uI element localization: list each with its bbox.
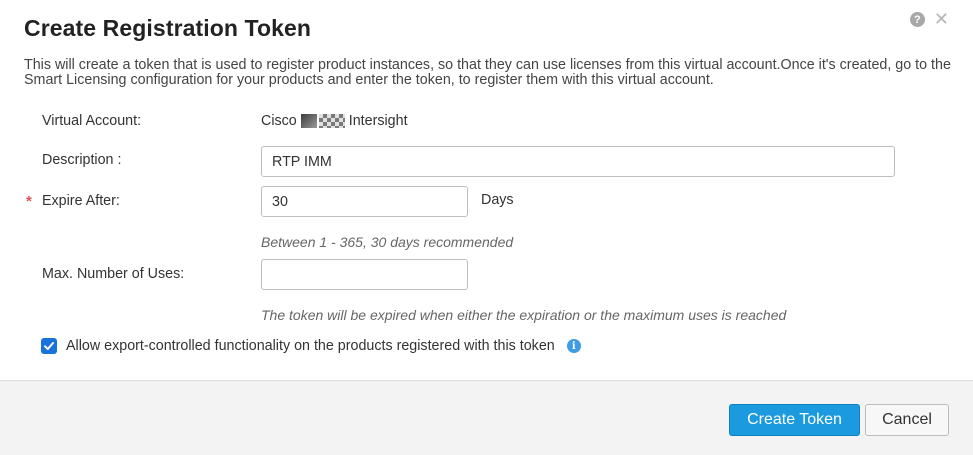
expire-after-input[interactable] — [261, 186, 468, 217]
max-uses-label: Max. Number of Uses: — [42, 266, 185, 282]
virtual-account-suffix: Intersight — [348, 113, 408, 129]
export-controlled-label: Allow export-controlled functionality on… — [66, 338, 555, 354]
virtual-account-value: Cisco Intersight — [261, 113, 408, 129]
dialog-title: Create Registration Token — [24, 15, 312, 41]
max-uses-hint: The token will be expired when either th… — [261, 307, 787, 323]
checkmark-icon — [44, 342, 54, 350]
expire-after-label: Expire After: — [42, 193, 120, 209]
expire-after-hint: Between 1 - 365, 30 days recommended — [261, 234, 514, 250]
description-label: Description : — [42, 152, 122, 168]
export-controlled-row: Allow export-controlled functionality on… — [41, 338, 581, 354]
virtual-account-label: Virtual Account: — [42, 113, 142, 129]
dialog-header-actions: ? ✕ — [909, 10, 949, 28]
virtual-account-prefix: Cisco — [261, 113, 297, 129]
info-circle-icon[interactable]: i — [566, 339, 581, 353]
create-registration-token-dialog: Create Registration Token ? ✕ This will … — [0, 0, 973, 455]
help-icon[interactable]: ? — [909, 12, 925, 27]
required-marker: * — [26, 193, 32, 210]
description-input[interactable] — [261, 146, 895, 177]
close-icon[interactable]: ✕ — [934, 10, 949, 28]
create-token-button[interactable]: Create Token — [729, 404, 860, 436]
cancel-button[interactable]: Cancel — [865, 404, 949, 436]
dialog-footer: Create Token Cancel — [0, 380, 973, 455]
expire-after-unit: Days — [481, 192, 514, 208]
dialog-description: This will create a token that is used to… — [24, 57, 951, 88]
max-uses-input[interactable] — [261, 259, 468, 290]
export-controlled-checkbox[interactable] — [41, 338, 57, 354]
redacted-block — [300, 114, 345, 128]
